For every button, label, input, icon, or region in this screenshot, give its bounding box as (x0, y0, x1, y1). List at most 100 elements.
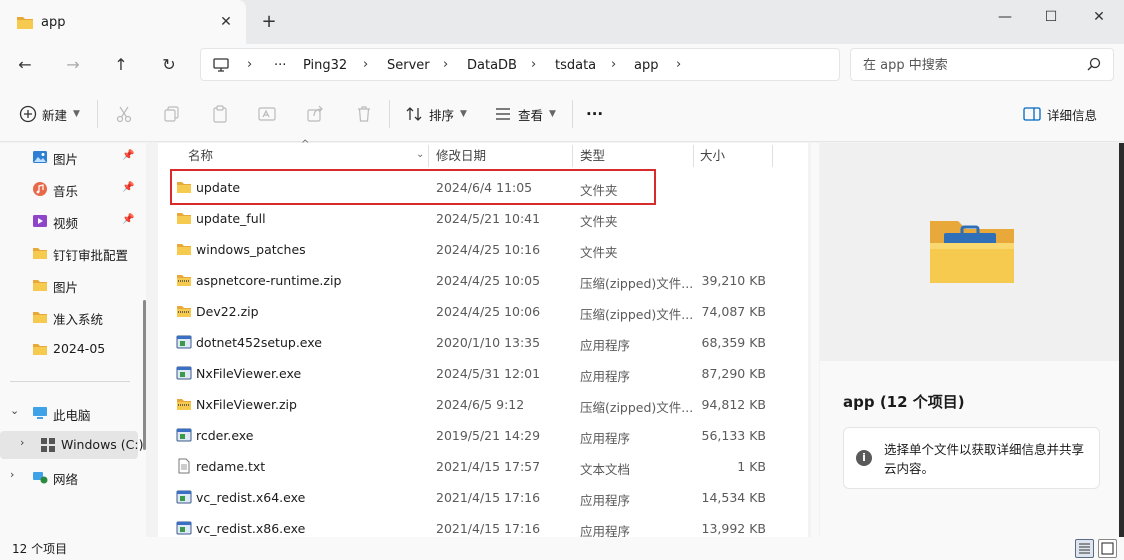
item-count: 12 个项目 (12, 542, 68, 556)
search-input[interactable] (863, 55, 1083, 75)
chevron-right-icon[interactable]: › (20, 436, 24, 449)
breadcrumb-datadb[interactable]: DataDB (467, 58, 517, 73)
breadcrumb-separator: › (363, 57, 369, 72)
file-date: 2024/6/5 9:12 (436, 397, 525, 412)
file-row[interactable]: redame.txt 2021/4/15 17:57 文本文档 1 KB (158, 451, 798, 482)
file-row[interactable]: Dev22.zip 2024/4/25 10:06 压缩(zipped)文件... 7… (158, 296, 798, 327)
details-button[interactable]: 详细信息 (1047, 100, 1097, 128)
delete-icon[interactable] (354, 104, 374, 124)
file-date: 2024/4/25 10:06 (436, 304, 541, 319)
file-row[interactable]: vc_redist.x64.exe 2021/4/15 17:16 应用程序 14,5… (158, 482, 798, 513)
share-icon[interactable] (305, 104, 325, 124)
file-name: dotnet452setup.exe (196, 335, 322, 350)
column-header-type[interactable]: 类型 (580, 143, 605, 169)
window-edge (1119, 143, 1124, 537)
rename-icon[interactable] (257, 104, 277, 124)
breadcrumb-tsdata[interactable]: tsdata (555, 58, 596, 73)
computer-icon (33, 407, 47, 419)
video-icon (33, 215, 47, 227)
chevron-right-icon[interactable]: › (10, 468, 14, 481)
refresh-button[interactable]: ↻ (155, 52, 183, 78)
sidebar-item-dingtalk-config[interactable]: 钉钉审批配置 (0, 239, 138, 267)
tiles-view-icon (1101, 542, 1114, 555)
search-icon[interactable] (1087, 57, 1101, 71)
file-row[interactable]: NxFileViewer.zip 2024/6/5 9:12 压缩(zipped)文… (158, 389, 798, 420)
tab-app[interactable]: app ✕ (0, 0, 246, 44)
breadcrumb-ping32[interactable]: Ping32 (303, 58, 347, 73)
breadcrumb-server[interactable]: Server (387, 58, 430, 73)
minimize-button[interactable]: — (982, 6, 1028, 28)
file-row[interactable]: aspnetcore-runtime.zip 2024/4/25 10:05 压缩(… (158, 265, 798, 296)
sidebar-item-pictures[interactable]: 图片 📌 (0, 143, 138, 171)
sidebar-item-access-system[interactable]: 准入系统 (0, 303, 138, 331)
forward-button[interactable]: → (59, 52, 87, 78)
close-window-button[interactable]: ✕ (1076, 6, 1122, 28)
file-name: Dev22.zip (196, 304, 259, 319)
sort-button[interactable]: 排序 ▼ (429, 100, 467, 128)
address-bar[interactable]: › ··· Ping32 › Server › DataDB › tsdata … (200, 48, 840, 81)
view-label: 查看 (518, 107, 544, 123)
title-bar: app ✕ + — ☐ ✕ (0, 0, 1124, 44)
sort-ascending-icon: ^ (301, 139, 310, 150)
file-row[interactable]: dotnet452setup.exe 2020/1/10 13:35 应用程序 68,… (158, 327, 798, 358)
breadcrumb-overflow[interactable]: ··· (274, 58, 286, 73)
sidebar-item-windows-c[interactable]: › Windows (C:) (0, 431, 143, 459)
sidebar-item-label: 2024-05 (53, 341, 106, 356)
file-type: 应用程序 (580, 431, 631, 446)
breadcrumb-app[interactable]: app (634, 58, 658, 73)
new-tab-button[interactable]: + (259, 12, 279, 32)
file-size: 74,087 KB (701, 304, 766, 319)
sidebar-item-this-pc[interactable]: ⌄ 此电脑 (0, 399, 138, 427)
column-divider[interactable] (572, 145, 573, 167)
chevron-down-icon[interactable]: ⌄ (10, 404, 19, 417)
txt-icon (178, 458, 190, 474)
more-options-button[interactable]: ··· (586, 100, 603, 128)
column-header-name[interactable]: 名称 (188, 143, 213, 169)
column-divider[interactable] (772, 145, 773, 167)
file-row[interactable]: update_full 2024/5/21 10:41 文件夹 (158, 203, 798, 234)
up-button[interactable]: ↑ (107, 52, 135, 78)
sidebar-item-label: 网络 (53, 472, 79, 487)
copy-icon[interactable] (162, 104, 182, 124)
breadcrumb-separator: › (611, 57, 617, 72)
exe-icon (176, 521, 192, 535)
close-tab-icon[interactable]: ✕ (217, 13, 235, 31)
tiles-view-button[interactable] (1098, 539, 1117, 558)
file-explorer-window: app ✕ + — ☐ ✕ ← → ↑ ↻ › ··· Ping32 › Ser… (0, 0, 1124, 560)
details-info-text: 选择单个文件以获取详细信息并共享云内容。 (884, 442, 1085, 476)
column-divider[interactable] (693, 145, 694, 167)
file-list-scrollbar[interactable] (811, 143, 819, 537)
file-row[interactable]: NxFileViewer.exe 2024/5/31 12:01 应用程序 87,29… (158, 358, 798, 389)
file-name: redame.txt (196, 459, 266, 474)
sidebar-item-label: 图片 (53, 152, 79, 167)
file-row[interactable]: windows_patches 2024/4/25 10:16 文件夹 (158, 234, 798, 265)
view-button[interactable]: 查看 ▼ (518, 100, 556, 128)
toolbar-divider (572, 100, 573, 128)
preview-area (820, 143, 1120, 361)
exe-icon (176, 490, 192, 504)
cut-icon[interactable] (114, 104, 134, 124)
sidebar-item-music[interactable]: 音乐 📌 (0, 175, 138, 203)
view-icon (496, 108, 510, 120)
details-view-button[interactable] (1075, 539, 1094, 558)
sidebar-item-label: 此电脑 (53, 408, 91, 423)
sidebar-item-pictures-folder[interactable]: 图片 (0, 271, 138, 299)
folder-icon (33, 280, 47, 291)
column-header-size[interactable]: 大小 (700, 143, 725, 169)
sidebar-item-label: 视频 (53, 216, 79, 231)
file-row[interactable]: rcder.exe 2019/5/21 14:29 应用程序 56,133 KB (158, 420, 798, 451)
sidebar-item-2024-05[interactable]: 2024-05 (0, 335, 138, 363)
file-name: update_full (196, 211, 266, 226)
chevron-down-icon[interactable]: ⌄ (416, 149, 424, 160)
column-header-date[interactable]: 修改日期 (436, 143, 486, 169)
paste-icon[interactable] (210, 104, 230, 124)
back-button[interactable]: ← (11, 52, 39, 78)
new-label: 新建 (42, 107, 68, 123)
sidebar-item-videos[interactable]: 视频 📌 (0, 207, 138, 235)
maximize-button[interactable]: ☐ (1028, 6, 1074, 28)
sidebar-item-network[interactable]: › 网络 (0, 463, 138, 491)
new-button[interactable]: 新建 ▼ (42, 100, 80, 128)
sidebar-scrollbar[interactable] (143, 300, 146, 450)
pictures-icon (33, 151, 47, 163)
column-divider[interactable] (428, 145, 429, 167)
